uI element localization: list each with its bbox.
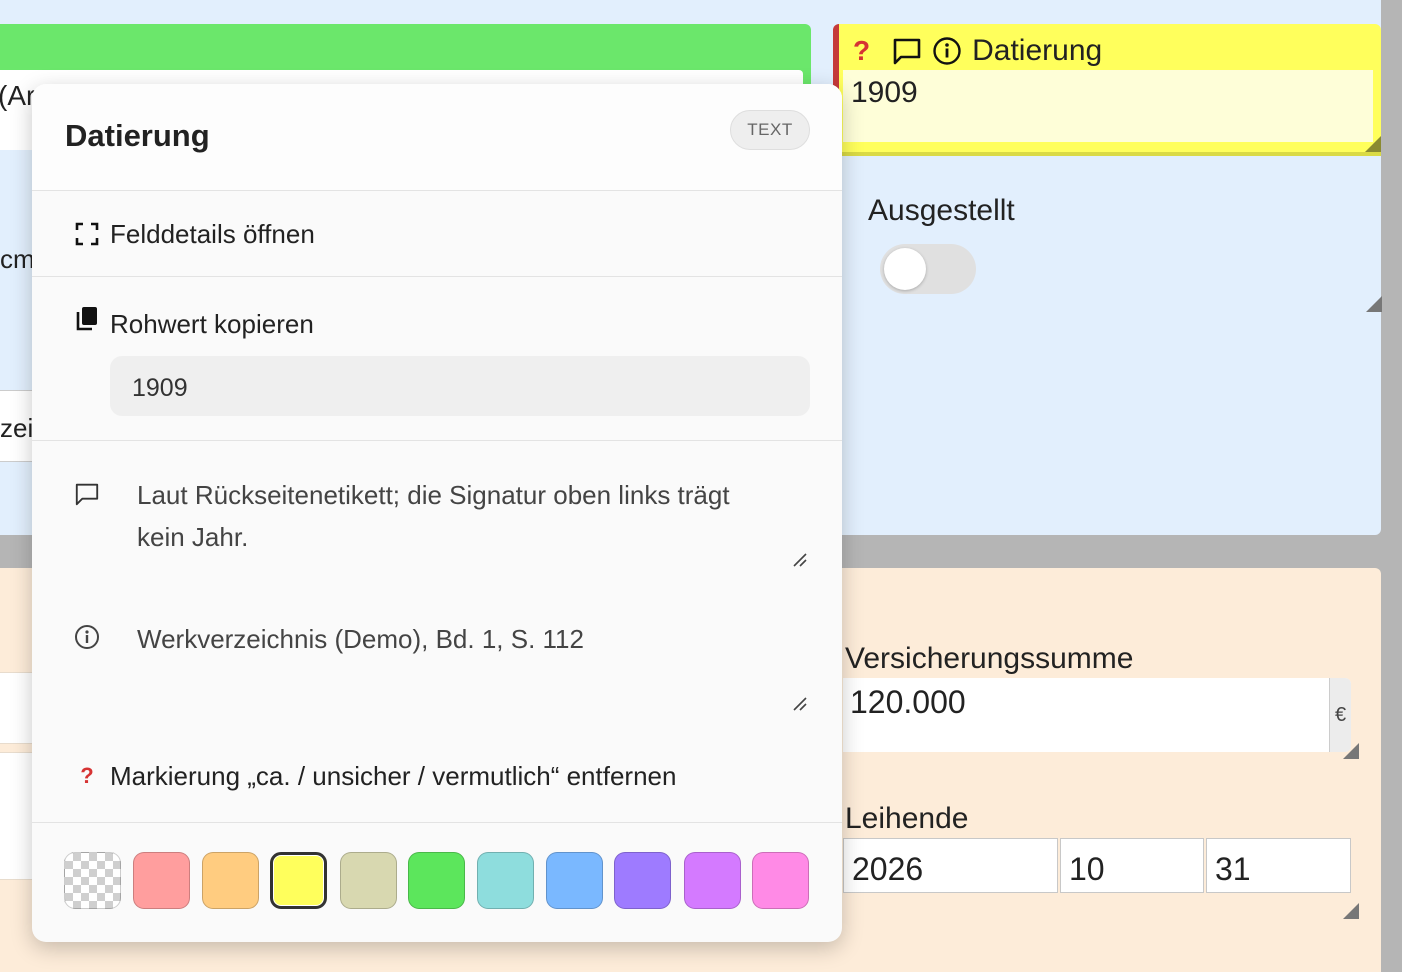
- color-swatch-pink[interactable]: [752, 852, 809, 909]
- comment-icon: [74, 481, 100, 507]
- source-text: Werkverzeichnis (Demo), Bd. 1, S. 112: [137, 624, 584, 654]
- partial-field-text: zei: [0, 413, 34, 443]
- leihende-year-input[interactable]: 2026: [843, 838, 1058, 893]
- question-mark-icon: ?: [80, 763, 94, 788]
- resize-handle[interactable]: [1366, 296, 1382, 312]
- comment-resize-grip[interactable]: [792, 552, 808, 568]
- question-mark-icon: ?: [853, 35, 871, 66]
- toggle-knob: [884, 248, 926, 290]
- datierung-field-header: ? Datierung: [853, 32, 1102, 70]
- comment-line-1: Laut Rückseitenetikett; die Signatur obe…: [137, 480, 730, 510]
- datierung-field-value[interactable]: 1909: [843, 70, 1373, 142]
- color-swatch-red[interactable]: [133, 852, 190, 909]
- popup-title: Datierung: [65, 118, 210, 153]
- divider: [32, 440, 842, 441]
- color-swatch-olive[interactable]: [340, 852, 397, 909]
- color-swatch-purple[interactable]: [684, 852, 741, 909]
- versicherungssumme-input[interactable]: 120.000 €: [843, 678, 1351, 752]
- datierung-field-title: Datierung: [972, 34, 1103, 67]
- divider: [32, 276, 842, 277]
- color-swatch-orange[interactable]: [202, 852, 259, 909]
- color-swatch-blue[interactable]: [546, 852, 603, 909]
- green-field-text: (Ar: [0, 80, 36, 111]
- leihende-day-input[interactable]: 31: [1206, 838, 1351, 893]
- open-field-details-label: Felddetails öffnen: [110, 218, 315, 249]
- datierung-field[interactable]: ? Datierung 1909: [833, 24, 1381, 152]
- color-swatch-none[interactable]: [64, 852, 121, 909]
- field-type-badge: TEXT: [730, 110, 810, 150]
- copy-raw-value-item[interactable]: Rohwert kopieren: [32, 302, 842, 346]
- color-swatch-yellow[interactable]: [270, 852, 327, 909]
- expand-icon: [74, 221, 100, 247]
- source-resize-grip[interactable]: [792, 696, 808, 712]
- color-swatch-row: [32, 822, 842, 942]
- copy-raw-value-label: Rohwert kopieren: [110, 308, 314, 339]
- info-icon: [932, 36, 962, 66]
- ausgestellt-toggle[interactable]: [880, 244, 976, 294]
- remove-uncertainty-mark-label: Markierung „ca. / unsicher / vermutlich“…: [110, 760, 677, 791]
- versicherungssumme-label: Versicherungssumme: [845, 642, 1134, 675]
- raw-value-text: 1909: [132, 374, 188, 402]
- datierung-value-text: 1909: [851, 76, 918, 109]
- currency-unit: €: [1329, 678, 1351, 752]
- leihende-label: Leihende: [845, 802, 969, 835]
- popup-header: Datierung TEXT: [32, 84, 842, 191]
- resize-handle[interactable]: [1343, 743, 1359, 759]
- color-swatch-green[interactable]: [408, 852, 465, 909]
- comment-textarea[interactable]: Laut Rückseitenetikett; die Signatur obe…: [112, 474, 812, 574]
- copy-icon: [74, 306, 100, 332]
- color-swatch-teal[interactable]: [477, 852, 534, 909]
- raw-value-display: 1909: [110, 356, 810, 416]
- ausgestellt-label: Ausgestellt: [868, 194, 1015, 227]
- field-context-popup: Datierung TEXT Felddetails öffnen Rohwer…: [32, 84, 842, 942]
- color-swatch-violet[interactable]: [614, 852, 671, 909]
- dimension-unit-fragment: cm: [0, 244, 35, 274]
- resize-handle[interactable]: [1365, 136, 1381, 152]
- open-field-details-item[interactable]: Felddetails öffnen: [32, 192, 842, 276]
- info-icon: [74, 624, 100, 650]
- source-textarea[interactable]: Werkverzeichnis (Demo), Bd. 1, S. 112: [112, 618, 812, 718]
- resize-handle[interactable]: [1343, 903, 1359, 919]
- comment-icon: [892, 37, 922, 65]
- comment-line-2: kein Jahr.: [137, 522, 249, 552]
- leihende-month-input[interactable]: 10: [1060, 838, 1204, 893]
- versicherungssumme-value: 120.000: [850, 684, 966, 720]
- remove-uncertainty-mark-item[interactable]: ? Markierung „ca. / unsicher / vermutlic…: [32, 756, 842, 796]
